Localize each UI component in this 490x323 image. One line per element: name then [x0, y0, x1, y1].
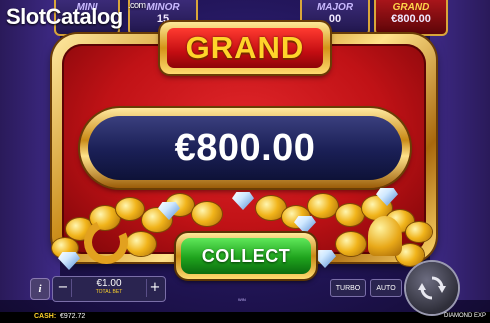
status-bar: CASH: €972.72 DIAMOND EXP — [0, 312, 490, 323]
grand-title: GRAND — [185, 30, 305, 65]
spin-button[interactable] — [406, 262, 458, 314]
diamond-icon — [58, 252, 80, 270]
coin — [126, 232, 156, 256]
collect-button[interactable]: COLLECT — [176, 233, 316, 279]
game-stage: SlotCatalog .com MINI MINOR 15 MAJOR 00 … — [0, 0, 490, 323]
coin — [116, 198, 144, 220]
coin — [336, 204, 364, 226]
turbo-button[interactable]: TURBO — [330, 279, 366, 297]
info-icon[interactable]: i — [38, 283, 41, 295]
watermark-tld: .com — [128, 0, 146, 10]
jackpot-grand-label: GRAND — [392, 2, 430, 13]
info-button[interactable]: i — [30, 278, 50, 300]
bet-selector: − €1.00 TOTAL BET + — [52, 276, 166, 302]
watermark-brand: SlotCatalog — [6, 4, 123, 29]
slotcatalog-watermark: SlotCatalog .com — [6, 0, 146, 30]
bet-label: TOTAL BET — [95, 289, 123, 295]
coin — [336, 232, 366, 256]
cash-label: CASH: — [34, 313, 57, 320]
coin — [192, 202, 222, 226]
coin — [308, 194, 338, 218]
game-name: DIAMOND EXP — [443, 313, 486, 319]
win-indicator: WIN — [238, 297, 246, 302]
win-amount-inner: €800.00 — [88, 116, 402, 180]
jackpot-grand: GRAND €800.00 — [374, 0, 448, 36]
bell-icon — [368, 216, 402, 256]
jackpot-major-label: MAJOR — [316, 2, 354, 13]
jackpot-grand-value: €800.00 — [391, 13, 431, 25]
autoplay-button[interactable]: AUTO — [370, 279, 402, 297]
spin-arrows-icon — [418, 276, 446, 300]
bet-value: €1.00 — [96, 278, 122, 289]
cash-value: €972.72 — [60, 313, 86, 320]
coin — [406, 222, 432, 242]
diamond-icon — [232, 192, 254, 210]
collect-label[interactable]: COLLECT — [202, 246, 291, 267]
grand-banner-inner: GRAND — [167, 28, 323, 68]
bet-decrease-button[interactable]: − — [55, 279, 72, 297]
diamond-icon — [314, 250, 336, 268]
win-amount-plate: €800.00 — [80, 108, 410, 188]
win-amount: €800.00 — [174, 126, 316, 169]
collect-button-inner[interactable]: COLLECT — [181, 238, 311, 274]
diamond-icon — [294, 216, 316, 234]
grand-banner: GRAND — [160, 22, 330, 74]
bet-increase-button[interactable]: + — [146, 279, 163, 297]
